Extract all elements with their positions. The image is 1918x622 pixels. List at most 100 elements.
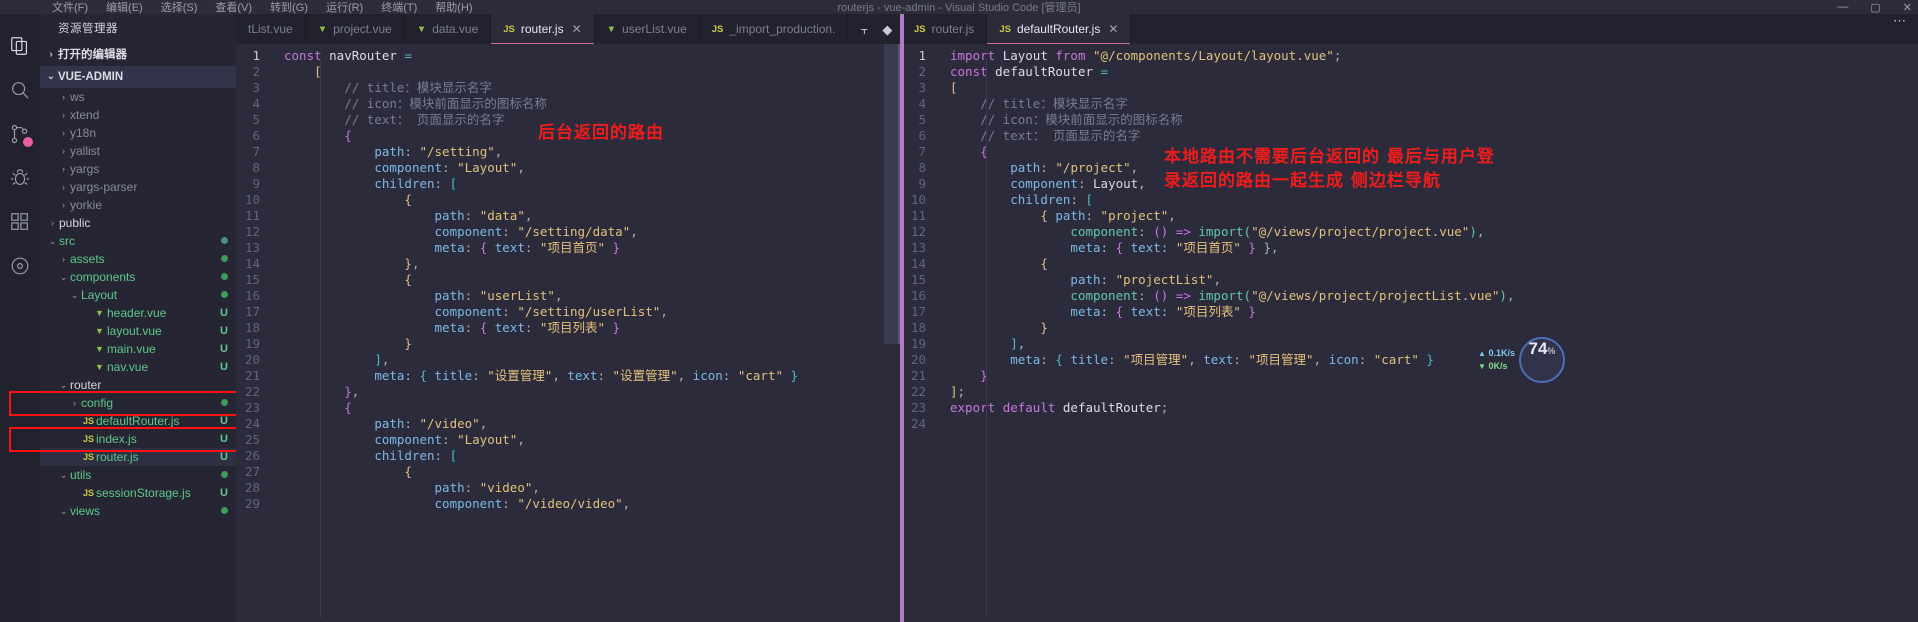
tab-close-icon[interactable]: ✕ xyxy=(572,22,582,36)
tree-item-yorkie[interactable]: › yorkie xyxy=(40,196,236,214)
menu-item-6[interactable]: 终端(T) xyxy=(381,0,417,14)
network-speed-widget[interactable]: ▲ 0.1K/s ▼ 0K/s 74% xyxy=(1478,337,1565,383)
search-icon[interactable] xyxy=(0,68,40,112)
window-controls[interactable]: — ▢ ✕ xyxy=(1837,1,1912,14)
code-line[interactable]: 24 xyxy=(902,416,1918,432)
tree-item-utils[interactable]: ⌄ utils xyxy=(40,466,236,484)
remote-explorer-icon[interactable] xyxy=(0,244,40,288)
code-line[interactable]: 29 component: "/video/video", xyxy=(236,496,902,512)
tab-data-vue[interactable]: ▼ data.vue xyxy=(404,14,492,44)
menu-item-3[interactable]: 查看(V) xyxy=(215,0,252,14)
tab-defaultrouter-js[interactable]: JS defaultRouter.js ✕ xyxy=(987,14,1132,44)
code-line[interactable]: 20 ], xyxy=(236,352,902,368)
code-line[interactable]: 16 path: "userList", xyxy=(236,288,902,304)
code-line[interactable]: 18 } xyxy=(902,320,1918,336)
tree-item-yargs-parser[interactable]: › yargs-parser xyxy=(40,178,236,196)
menu-item-2[interactable]: 选择(S) xyxy=(161,0,198,14)
explorer-section-1[interactable]: ⌄ VUE-ADMIN xyxy=(40,66,236,88)
tree-item-layout[interactable]: ⌄ Layout xyxy=(40,286,236,304)
close-icon[interactable]: ✕ xyxy=(1903,1,1912,14)
code-line[interactable]: 17 component: "/setting/userList", xyxy=(236,304,902,320)
code-line[interactable]: 24 path: "/video", xyxy=(236,416,902,432)
run-code-icon[interactable]: ◆ xyxy=(882,23,892,36)
tab--import-production-[interactable]: JS _import_production. xyxy=(699,14,849,44)
tree-item-yargs[interactable]: › yargs xyxy=(40,160,236,178)
code-line[interactable]: 3[ xyxy=(902,80,1918,96)
code-line[interactable]: 23 export default defaultRouter; xyxy=(902,400,1918,416)
tree-item-views[interactable]: ⌄ views xyxy=(40,502,236,520)
tree-item-sessionstorage-js[interactable]: JS sessionStorage.js U xyxy=(40,484,236,502)
code-line[interactable]: 3 // title：模块显示名字 xyxy=(236,80,902,96)
code-line[interactable]: 2 const defaultRouter = xyxy=(902,64,1918,80)
tree-item-y18n[interactable]: › y18n xyxy=(40,124,236,142)
tree-item-public[interactable]: › public xyxy=(40,214,236,232)
code-line[interactable]: 9 children: [ xyxy=(236,176,902,192)
menu-bar[interactable]: 文件(F) 编辑(E) 选择(S) 查看(V) 转到(G) 运行(R) 终端(T) 帮助(H) xyxy=(52,0,473,14)
tab-router-js[interactable]: JS router.js xyxy=(902,14,988,44)
menu-item-7[interactable]: 帮助(H) xyxy=(435,0,472,14)
split-editor-icon[interactable]: ⫟ xyxy=(860,23,868,36)
explorer-sections[interactable]: › 打开的编辑器 ⌄ VUE-ADMIN xyxy=(40,44,236,88)
explorer-sidebar[interactable]: 资源管理器 › 打开的编辑器 ⌄ VUE-ADMIN › ws › xtend › y18n › y… xyxy=(40,14,236,622)
code-line[interactable]: 7 path: "/setting", xyxy=(236,144,902,160)
menu-item-5[interactable]: 运行(R) xyxy=(326,0,363,14)
left-editor-actions[interactable]: ⫟◆▯⋯ xyxy=(848,14,902,44)
file-tree[interactable]: › ws › xtend › y18n › yallist › yargs › yargs-parse… xyxy=(40,88,236,520)
code-line[interactable]: 15 { xyxy=(236,272,902,288)
code-line[interactable]: 26 children: [ xyxy=(236,448,902,464)
code-line[interactable]: 11 path: "data", xyxy=(236,208,902,224)
right-editor-actions[interactable]: ⋯ xyxy=(1881,14,1918,27)
code-line[interactable]: 14 }, xyxy=(236,256,902,272)
code-line[interactable]: 1 const navRouter = xyxy=(236,48,902,64)
code-line[interactable]: 25 component: "Layout", xyxy=(236,432,902,448)
tree-item-header-vue[interactable]: ▼ header.vue U xyxy=(40,304,236,322)
code-line[interactable]: 10 { xyxy=(236,192,902,208)
tree-item-layout-vue[interactable]: ▼ layout.vue U xyxy=(40,322,236,340)
tab-project-vue[interactable]: ▼ project.vue xyxy=(305,14,405,44)
code-line[interactable]: 22 }, xyxy=(236,384,902,400)
tree-item-nav-vue[interactable]: ▼ nav.vue U xyxy=(40,358,236,376)
right-code-content[interactable]: 1 import Layout from "@/components/Layout… xyxy=(902,44,1918,432)
tree-item-xtend[interactable]: › xtend xyxy=(40,106,236,124)
code-line[interactable]: 2 [ xyxy=(236,64,902,80)
code-line[interactable]: 12 component: () => import("@/views/proj… xyxy=(902,224,1918,240)
tree-item-yallist[interactable]: › yallist xyxy=(40,142,236,160)
run-debug-icon[interactable] xyxy=(0,156,40,200)
activity-bar[interactable] xyxy=(0,14,40,622)
tree-item-src[interactable]: ⌄ src xyxy=(40,232,236,250)
code-line[interactable]: 16 component: () => import("@/views/proj… xyxy=(902,288,1918,304)
menu-item-0[interactable]: 文件(F) xyxy=(52,0,88,14)
code-line[interactable]: 13 meta: { text: "项目首页" } xyxy=(236,240,902,256)
minimize-icon[interactable]: — xyxy=(1837,1,1848,14)
code-line[interactable]: 5 // icon：模块前面显示的图标名称 xyxy=(902,112,1918,128)
code-line[interactable]: 20 meta: { title: "项目管理", text: "项目管理", … xyxy=(902,352,1918,368)
code-line[interactable]: 21 } xyxy=(902,368,1918,384)
tab-tlist-vue[interactable]: tList.vue xyxy=(236,14,306,44)
tree-item-components[interactable]: ⌄ components xyxy=(40,268,236,286)
code-line[interactable]: 4 // icon：模块前面显示的图标名称 xyxy=(236,96,902,112)
tab-userlist-vue[interactable]: ▼ userList.vue xyxy=(594,14,700,44)
extensions-icon[interactable] xyxy=(0,200,40,244)
tab-close-icon[interactable]: ✕ xyxy=(1108,22,1118,36)
left-code-content[interactable]: 1 const navRouter = 2 [3 // title：模块显示名字 4 … xyxy=(236,44,902,512)
editor-split-divider[interactable] xyxy=(900,14,902,622)
code-line[interactable]: 19 } xyxy=(236,336,902,352)
code-line[interactable]: 4 // title：模块显示名字 xyxy=(902,96,1918,112)
tree-item-main-vue[interactable]: ▼ main.vue U xyxy=(40,340,236,358)
code-line[interactable]: 8 component: "Layout", xyxy=(236,160,902,176)
code-line[interactable]: 22]; xyxy=(902,384,1918,400)
tab-router-js[interactable]: JS router.js ✕ xyxy=(491,14,595,44)
code-line[interactable]: 13 meta: { text: "项目首页" } }, xyxy=(902,240,1918,256)
tree-item-ws[interactable]: › ws xyxy=(40,88,236,106)
left-tab-bar[interactable]: tList.vue ▼ project.vue ▼ data.vue JS router.j… xyxy=(236,14,902,44)
menu-item-1[interactable]: 编辑(E) xyxy=(106,0,143,14)
explorer-icon[interactable] xyxy=(0,24,40,68)
code-line[interactable]: 12 component: "/setting/data", xyxy=(236,224,902,240)
code-line[interactable]: 27 { xyxy=(236,464,902,480)
code-line[interactable]: 11 { path: "project", xyxy=(902,208,1918,224)
code-line[interactable]: 10 children: [ xyxy=(902,192,1918,208)
code-line[interactable]: 19 ], xyxy=(902,336,1918,352)
menu-item-4[interactable]: 转到(G) xyxy=(270,0,308,14)
code-line[interactable]: 18 meta: { text: "项目列表" } xyxy=(236,320,902,336)
code-line[interactable]: 21 meta: { title: "设置管理", text: "设置管理", … xyxy=(236,368,902,384)
